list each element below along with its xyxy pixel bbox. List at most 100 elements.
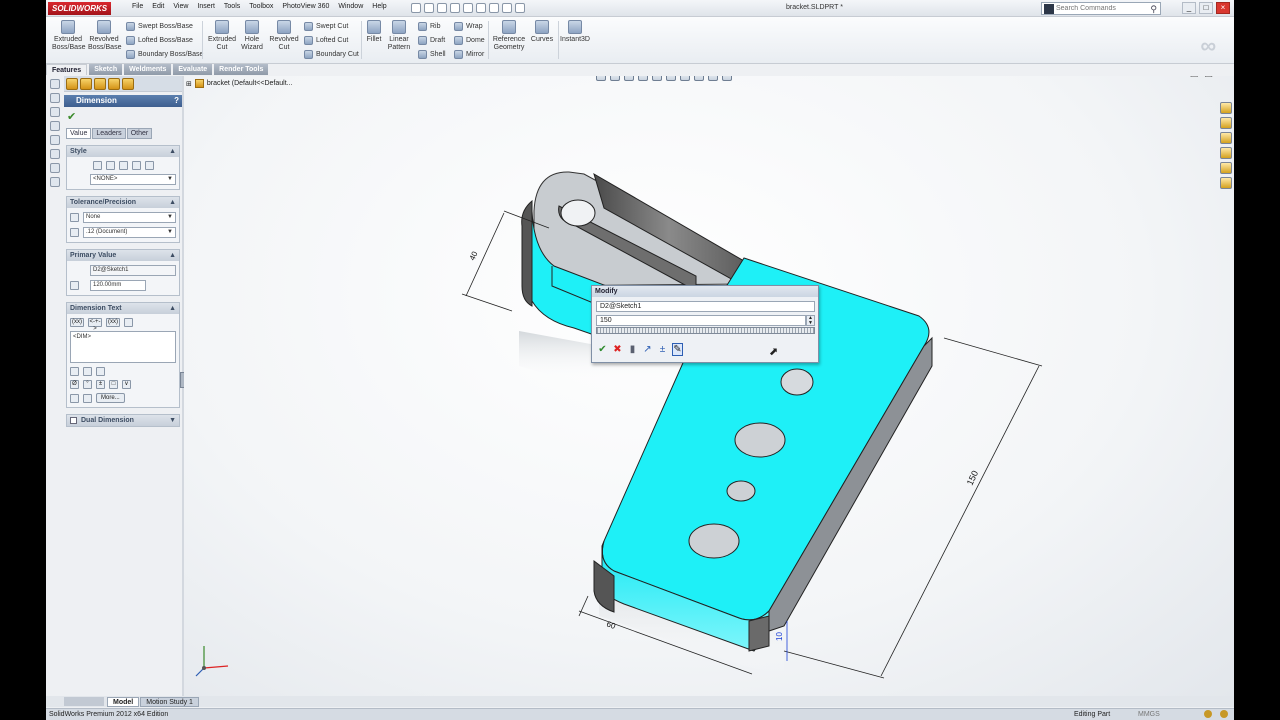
reverse-sense-icon[interactable]: ↗: [642, 344, 653, 355]
options-icon[interactable]: [515, 3, 525, 13]
view-palette-icon[interactable]: [1220, 147, 1232, 159]
tab-evaluate[interactable]: Evaluate: [173, 64, 213, 75]
strip-icon[interactable]: [50, 163, 60, 173]
tab-scroll-controls[interactable]: [64, 697, 104, 706]
tolerance-header[interactable]: Tolerance/Precision ▲: [67, 197, 179, 208]
dome-button[interactable]: Dome: [454, 36, 485, 45]
file-explorer-icon[interactable]: [1220, 132, 1232, 144]
custom-properties-icon[interactable]: [1220, 177, 1232, 189]
search-commands-box[interactable]: ⚲: [1041, 2, 1161, 15]
plus-minus-symbol-icon[interactable]: ±: [96, 380, 105, 389]
ok-check-icon[interactable]: ✔: [67, 110, 182, 124]
degree-symbol-icon[interactable]: °: [83, 380, 92, 389]
new-file-icon[interactable]: [411, 3, 421, 13]
menu-view[interactable]: View: [173, 3, 188, 10]
modify-dialog-title[interactable]: Modify: [592, 286, 818, 297]
revolved-boss-button[interactable]: Revolved Boss/Base: [88, 20, 121, 52]
add-style-icon[interactable]: [105, 161, 115, 170]
tab-render-tools[interactable]: Render Tools: [214, 64, 269, 75]
tab-other[interactable]: Other: [126, 128, 153, 139]
zoom-to-area-icon[interactable]: [610, 76, 620, 81]
dual-dimension-header[interactable]: Dual Dimension ▼: [67, 415, 179, 426]
tolerance-select[interactable]: None ▼: [83, 212, 176, 223]
precision-select[interactable]: .12 (Document) ▼: [83, 227, 176, 238]
appearances-icon[interactable]: [1220, 162, 1232, 174]
cancel-x-icon[interactable]: ✖: [612, 344, 623, 355]
boundary-cut-button[interactable]: Boundary Cut: [304, 50, 359, 59]
tab-value[interactable]: Value: [66, 128, 92, 139]
close-button[interactable]: ×: [1216, 2, 1230, 14]
extruded-cut-button[interactable]: Extruded Cut: [206, 20, 238, 52]
align-right-icon[interactable]: [96, 367, 105, 376]
select-icon[interactable]: [476, 3, 486, 13]
viewport-restore-icon[interactable]: ▤: [1204, 76, 1213, 79]
hide-show-items-icon[interactable]: [680, 76, 690, 81]
draft-button[interactable]: Draft: [418, 36, 445, 45]
feature-tree-root[interactable]: ⊞ bracket (Default<<Default...: [186, 79, 292, 88]
menu-edit[interactable]: Edit: [152, 3, 164, 10]
dimension-text-60[interactable]: 60: [605, 619, 617, 631]
menu-toolbox[interactable]: Toolbox: [249, 3, 273, 10]
save-style-icon[interactable]: [131, 161, 141, 170]
tab-motion-study[interactable]: Motion Study 1: [140, 696, 199, 707]
view-settings-icon[interactable]: [722, 76, 732, 81]
counterbore-symbol-icon[interactable]: [70, 393, 79, 403]
display-manager-icon[interactable]: [122, 78, 134, 90]
diameter-symbol-icon[interactable]: Ø: [70, 380, 79, 389]
offset-text-icon[interactable]: [124, 318, 133, 327]
countersink-symbol-icon[interactable]: ∨: [122, 380, 131, 389]
viewport-minimize-icon[interactable]: ▣: [1190, 76, 1199, 79]
dimension-text-40[interactable]: 40: [468, 249, 480, 261]
apply-scene-icon[interactable]: [708, 76, 718, 81]
strip-icon[interactable]: [50, 121, 60, 131]
wrap-button[interactable]: Wrap: [454, 22, 483, 31]
increment-settings-icon[interactable]: ✎: [672, 343, 683, 356]
load-style-icon[interactable]: [144, 161, 154, 170]
solidworks-resources-icon[interactable]: [1220, 102, 1232, 114]
search-input[interactable]: [1056, 5, 1146, 12]
more-symbols-button[interactable]: More...: [96, 393, 125, 403]
lofted-cut-button[interactable]: Lofted Cut: [304, 36, 348, 45]
menu-file[interactable]: File: [132, 3, 143, 10]
tab-features[interactable]: Features: [46, 64, 88, 75]
open-file-icon[interactable]: [424, 3, 434, 13]
zoom-to-fit-icon[interactable]: [596, 76, 606, 81]
feature-manager-icon[interactable]: [66, 78, 78, 90]
tab-model[interactable]: Model: [107, 696, 140, 707]
value-spinner[interactable]: ▲ ▼: [806, 315, 815, 326]
align-center-icon[interactable]: [83, 367, 92, 376]
strip-icon[interactable]: [50, 93, 60, 103]
help-status-icon[interactable]: [1220, 710, 1228, 718]
configuration-manager-icon[interactable]: [94, 78, 106, 90]
strip-icon[interactable]: [50, 135, 60, 145]
section-view-icon[interactable]: [638, 76, 648, 81]
minimize-button[interactable]: _: [1182, 2, 1196, 14]
depth-symbol-icon[interactable]: [83, 393, 92, 403]
save-icon[interactable]: [437, 3, 447, 13]
strip-icon[interactable]: [50, 79, 60, 89]
strip-icon[interactable]: [50, 107, 60, 117]
dimension-value-field[interactable]: 120.00mm: [90, 280, 146, 291]
dimension-text-10[interactable]: 10: [775, 632, 784, 641]
add-parentheses-button[interactable]: (xx): [70, 318, 84, 327]
swept-boss-button[interactable]: Swept Boss/Base: [126, 22, 193, 31]
menu-photoview[interactable]: PhotoView 360: [282, 3, 329, 10]
dimension-text-150[interactable]: 150: [965, 469, 980, 487]
collapse-icon[interactable]: ▲: [169, 250, 176, 261]
menu-insert[interactable]: Insert: [197, 3, 215, 10]
graphics-area[interactable]: 40 150 60 10 ⊞ bracket (Default<<Default…: [184, 76, 1234, 696]
rebuild-status-icon[interactable]: [1204, 710, 1212, 718]
solidworks-logo[interactable]: SOLIDWORKS: [48, 2, 112, 15]
menu-window[interactable]: Window: [338, 3, 363, 10]
view-orientation-icon[interactable]: [652, 76, 662, 81]
help-icon[interactable]: ?: [174, 95, 179, 107]
rebuild-icon[interactable]: ▮: [627, 344, 638, 355]
apply-default-style-icon[interactable]: [92, 161, 102, 170]
collapse-icon[interactable]: ▲: [169, 146, 176, 157]
shell-button[interactable]: Shell: [418, 50, 446, 59]
file-properties-icon[interactable]: [502, 3, 512, 13]
square-symbol-icon[interactable]: □: [109, 380, 118, 389]
menu-help[interactable]: Help: [372, 3, 386, 10]
expand-icon[interactable]: ⊞: [186, 80, 192, 88]
lofted-boss-button[interactable]: Lofted Boss/Base: [126, 36, 193, 45]
